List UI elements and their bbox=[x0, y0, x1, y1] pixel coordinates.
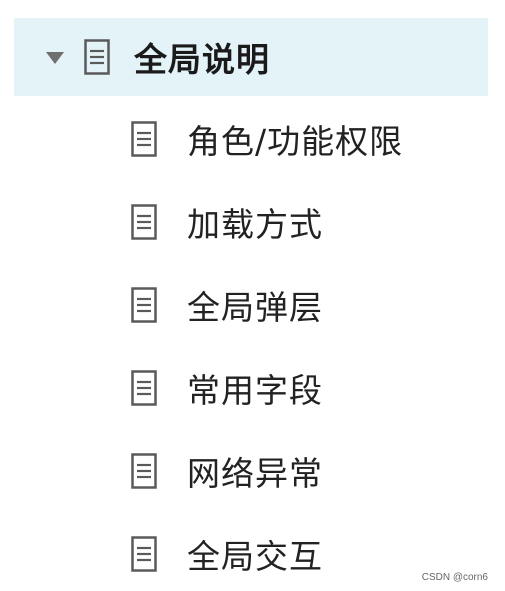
tree-node-label: 全局交互 bbox=[187, 537, 323, 576]
caret-down-icon[interactable] bbox=[46, 52, 64, 64]
tree-node-label: 角色/功能权限 bbox=[187, 122, 404, 161]
outline-tree: 全局说明 角色/功能权限 加载方式 全局弹层 常用字段 网络异常 全局交互 bbox=[0, 0, 505, 591]
tree-node-label: 网络异常 bbox=[187, 454, 323, 493]
tree-node-global-description[interactable]: 全局说明 bbox=[14, 18, 488, 96]
tree-node-label: 全局弹层 bbox=[187, 288, 323, 327]
tree-node-child-3[interactable]: 全局弹层 bbox=[0, 275, 505, 335]
tree-node-label: 全局说明 bbox=[134, 40, 270, 79]
document-icon bbox=[131, 536, 157, 572]
tree-node-label: 加载方式 bbox=[187, 205, 323, 244]
document-icon bbox=[131, 121, 157, 157]
tree-node-child-1[interactable]: 角色/功能权限 bbox=[0, 109, 505, 169]
document-icon bbox=[84, 39, 110, 75]
watermark-text: CSDN @corn6 bbox=[421, 572, 488, 583]
document-icon bbox=[131, 370, 157, 406]
tree-node-child-5[interactable]: 网络异常 bbox=[0, 441, 505, 501]
document-icon bbox=[131, 287, 157, 323]
tree-node-label: 常用字段 bbox=[187, 371, 323, 410]
document-icon bbox=[131, 204, 157, 240]
tree-node-child-2[interactable]: 加载方式 bbox=[0, 192, 505, 252]
document-icon bbox=[131, 453, 157, 489]
tree-node-child-4[interactable]: 常用字段 bbox=[0, 358, 505, 418]
